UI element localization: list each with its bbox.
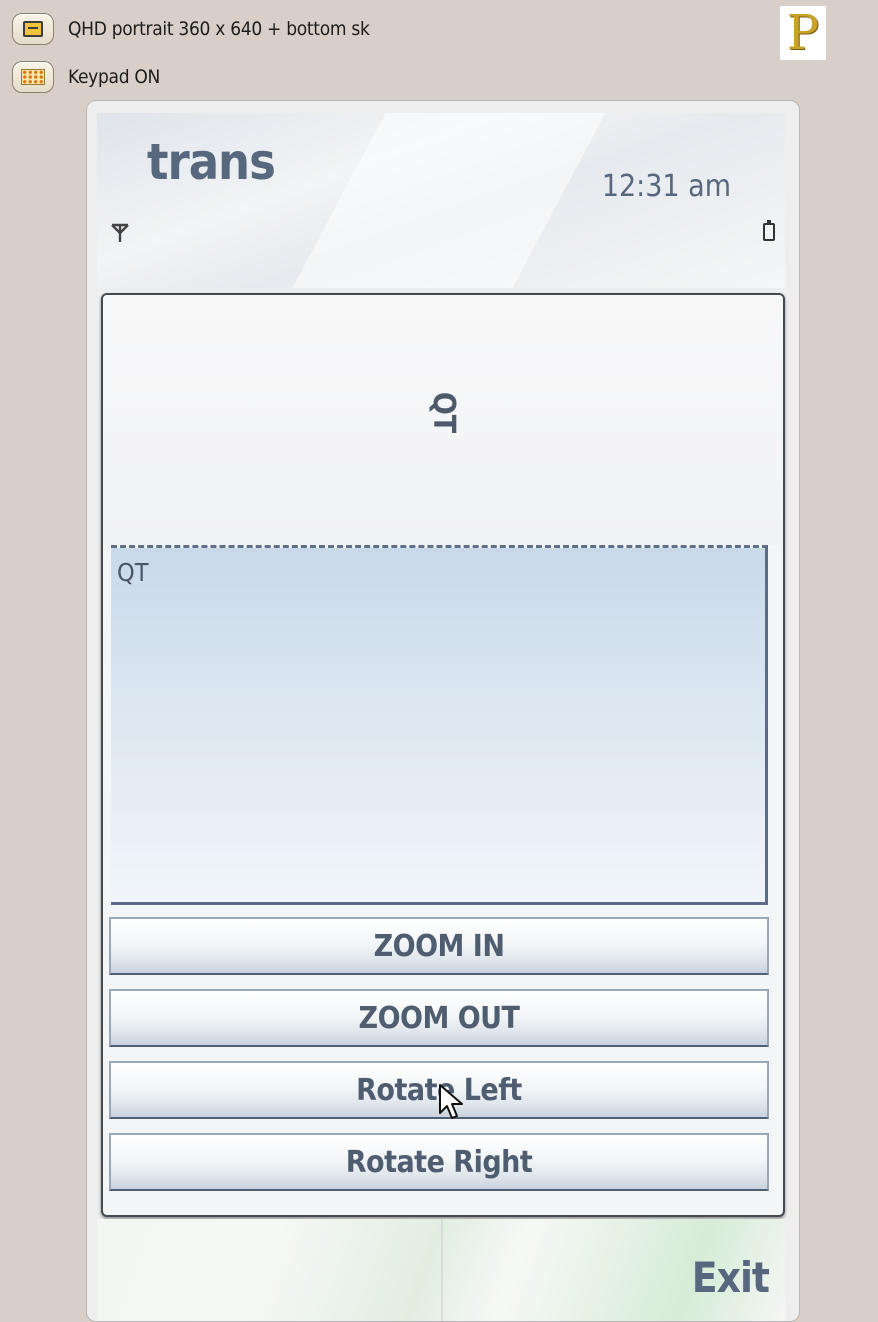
orientation-button[interactable]: [12, 13, 54, 45]
exit-softkey[interactable]: Exit: [692, 1253, 770, 1302]
orientation-row: QHD portrait 360 x 640 + bottom sk: [12, 12, 370, 46]
app-title: trans: [147, 133, 276, 191]
orientation-label: QHD portrait 360 x 640 + bottom sk: [68, 18, 370, 40]
phone-screen: trans 12:31 am QT QT ZOOM IN ZOOM OUT Ro…: [86, 100, 800, 1322]
softkey-divider: [441, 1219, 443, 1321]
clock: 12:31 am: [601, 169, 731, 204]
keypad-row: Keypad ON: [12, 60, 160, 94]
p-logo: P: [780, 5, 826, 61]
zoom-in-button[interactable]: ZOOM IN: [109, 917, 769, 975]
keypad-toggle-button[interactable]: [12, 61, 54, 93]
screen-orientation-icon: [23, 21, 43, 37]
keypad-label: Keypad ON: [68, 66, 161, 88]
status-bar: trans 12:31 am: [97, 113, 785, 288]
signal-antenna-icon: [111, 223, 129, 242]
battery-icon: [763, 220, 775, 241]
rotate-right-button[interactable]: Rotate Right: [109, 1133, 769, 1191]
keypad-icon: [21, 69, 45, 85]
text-area-value: QT: [117, 558, 149, 587]
main-content: QT QT ZOOM IN ZOOM OUT Rotate Left Rotat…: [101, 293, 785, 1217]
text-area[interactable]: QT: [111, 545, 768, 905]
mouse-pointer-icon: [439, 1084, 463, 1119]
rotated-label: QT: [426, 391, 462, 434]
softkey-bar: Exit: [97, 1219, 785, 1321]
rotated-view: QT: [103, 295, 783, 545]
zoom-out-button[interactable]: ZOOM OUT: [109, 989, 769, 1047]
